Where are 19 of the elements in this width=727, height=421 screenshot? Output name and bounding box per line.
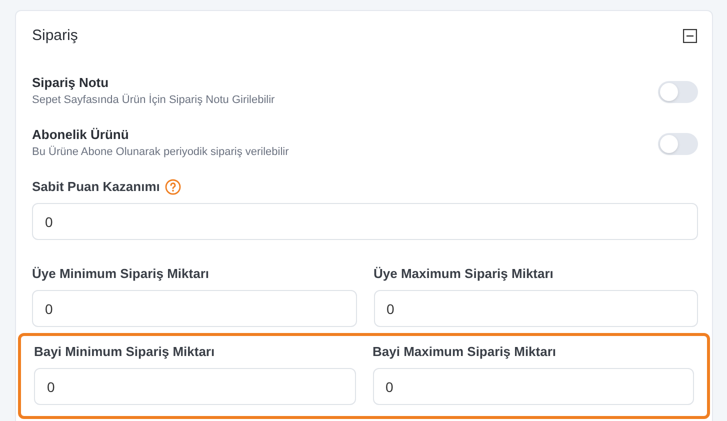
- field-label: Sabit Puan Kazanımı: [32, 178, 160, 196]
- field-label: Üye Maximum Sipariş Miktarı: [374, 265, 554, 284]
- toggle-label: Abonelik Ürünü: [32, 127, 130, 143]
- toggle-description: Bu Ürüne Abone Olunarak periyodik sipariş verilebilir: [32, 144, 289, 160]
- toggle-switch[interactable]: [658, 132, 698, 154]
- help-icon[interactable]: [164, 179, 181, 195]
- field-label: Üye Minimum Sipariş Miktarı: [32, 265, 209, 284]
- toggle-description: Sepet Sayfasında Ürün İçin Sipariş Notu Girilebilir: [32, 92, 275, 108]
- toggle-switch[interactable]: [658, 80, 698, 102]
- collapse-icon[interactable]: [683, 29, 697, 43]
- number-input[interactable]: 0: [372, 368, 694, 405]
- number-input[interactable]: 0: [374, 290, 698, 327]
- number-input[interactable]: 0: [32, 203, 698, 240]
- toggle-label: Sipariş Notu: [32, 75, 110, 91]
- field-label: Bayi Maximum Sipariş Miktarı: [372, 343, 556, 362]
- panel-title: Sipariş: [32, 26, 78, 46]
- number-input[interactable]: 0: [34, 368, 356, 405]
- number-input[interactable]: 0: [32, 290, 356, 327]
- field-label: Bayi Minimum Sipariş Miktarı: [34, 343, 215, 362]
